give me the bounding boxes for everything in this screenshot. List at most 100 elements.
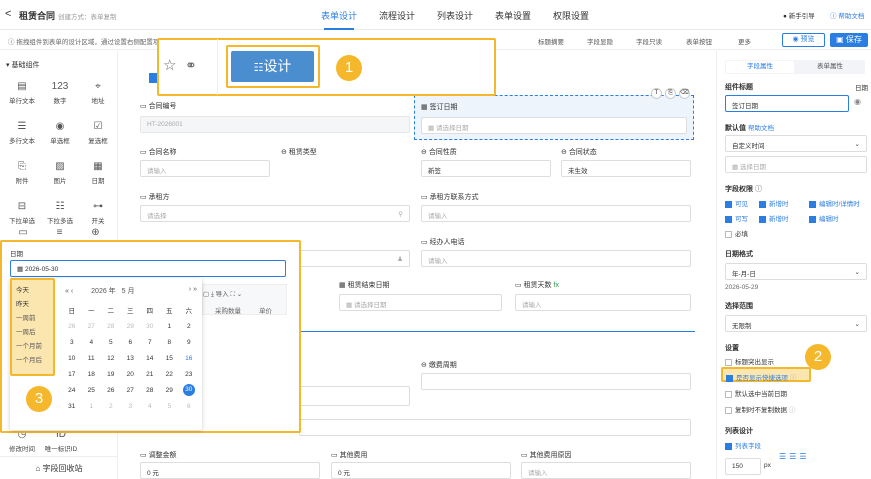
setting-highlight-title[interactable]: 标题突出显示 <box>725 356 774 366</box>
input-contract-name[interactable]: 请输入 <box>140 160 270 177</box>
align-icons[interactable]: ☰☰☰ <box>779 452 810 461</box>
default-date-input[interactable]: ▦ 选择日期 <box>725 156 867 173</box>
comp-title-input[interactable]: 签订日期 <box>725 95 849 112</box>
delete-icon[interactable]: ⌫ <box>679 88 690 99</box>
tab-field-props[interactable]: 字段属性 <box>726 61 794 73</box>
toolbar-field-visibility[interactable]: 字段显隐 <box>587 36 613 46</box>
setting-default-today[interactable]: 默认选中当前日期 <box>725 388 787 398</box>
copy-icon[interactable]: ⎘ <box>665 88 676 99</box>
input-lessee[interactable]: 请选择 ⚲ <box>140 205 410 222</box>
day-cell[interactable]: 6 <box>179 398 199 414</box>
day-cell[interactable]: 21 <box>140 366 160 382</box>
input-lease-end[interactable]: ▦ 请选择日期 <box>339 294 502 311</box>
comp-single-text[interactable]: ▤ 单行文本 <box>4 81 40 105</box>
perm-writable[interactable]: 可写 <box>725 213 748 223</box>
day-cell[interactable]: 15 <box>160 350 180 366</box>
range-select[interactable]: 无限制 ⌄ <box>725 315 867 332</box>
tab-flow-design[interactable]: 流程设计 <box>368 9 426 30</box>
comp-checkbox[interactable]: ☑ 复选框 <box>80 121 116 145</box>
list-field-checkbox[interactable]: 列表字段 <box>725 440 761 450</box>
next-month-icon[interactable]: › <box>189 286 191 293</box>
day-cell[interactable]: 14 <box>140 350 160 366</box>
comp-select-multi[interactable]: ☷ 下拉多选 <box>42 201 78 225</box>
day-cell[interactable]: 31 <box>62 398 82 414</box>
comp-image[interactable]: ▨ 图片 <box>42 161 78 185</box>
day-cell[interactable]: 17 <box>62 366 82 382</box>
day-cell[interactable]: 28 <box>140 382 160 398</box>
setting-show-shortcut[interactable]: 是否显示快捷选项 ⓘ <box>726 372 796 382</box>
day-cell[interactable]: 25 <box>82 382 102 398</box>
day-cell[interactable]: 9 <box>179 334 199 350</box>
shortcut-today[interactable]: 今天 <box>16 284 29 294</box>
day-cell[interactable]: 16 <box>179 350 199 366</box>
day-cell[interactable]: 26 <box>101 382 121 398</box>
day-cell[interactable]: 4 <box>140 398 160 414</box>
input-adjust-amount[interactable]: 0 元 <box>140 462 320 479</box>
perm-writable-add[interactable]: 新增时 <box>759 213 789 223</box>
selected-field-sign-date[interactable]: ▦ 签订日期 ▦ 请选择日期 T ⎘ ⌫ <box>414 88 694 140</box>
import-button[interactable]: ▢ ⤓ 导入 ⛶ ⌄ <box>203 288 242 299</box>
perm-writable-edit[interactable]: 编辑时 <box>809 213 839 223</box>
perm-required[interactable]: 必填 <box>725 228 748 238</box>
day-cell[interactable]: 5 <box>101 334 121 350</box>
fmt-select[interactable]: 年-月-日 ⌄ <box>725 263 867 280</box>
day-cell[interactable]: 8 <box>160 334 180 350</box>
recycle-bin-button[interactable]: ⌂ 字段回收站 <box>0 456 118 479</box>
textarea-partial[interactable] <box>299 386 410 406</box>
day-cell[interactable]: 5 <box>160 398 180 414</box>
day-cell[interactable]: 29 <box>121 318 141 334</box>
day-cell[interactable]: 11 <box>82 350 102 366</box>
toolbar-field-readonly[interactable]: 字段只读 <box>636 36 662 46</box>
text-icon[interactable]: T <box>651 88 662 99</box>
comp-radio[interactable]: ◉ 单选框 <box>42 121 78 145</box>
day-cell[interactable]: 3 <box>121 398 141 414</box>
input-row-partial[interactable] <box>299 419 691 436</box>
back-icon[interactable]: < <box>5 8 11 20</box>
shortcut-month-later[interactable]: 一个月后 <box>16 354 42 364</box>
day-cell[interactable]: 1 <box>82 398 102 414</box>
comp-switch[interactable]: ⊶ 开关 <box>80 201 116 225</box>
calendar-year[interactable]: 2026 年 <box>91 288 116 295</box>
input-other-reason[interactable]: 请输入 <box>521 462 691 479</box>
day-cell[interactable]: 4 <box>82 334 102 350</box>
input-contract-no[interactable]: HT-2026001 <box>140 116 410 133</box>
select-payment-period[interactable] <box>421 373 691 390</box>
perm-visible[interactable]: 可见 <box>725 198 748 208</box>
day-cell[interactable]: 12 <box>101 350 121 366</box>
day-cell[interactable]: 22 <box>160 366 180 382</box>
day-cell[interactable]: 19 <box>101 366 121 382</box>
shortcut-month-ago[interactable]: 一个月前 <box>16 340 42 350</box>
toolbar-more[interactable]: 更多 <box>738 36 751 46</box>
day-cell[interactable]: 10 <box>62 350 82 366</box>
select-contract-status[interactable]: 未生效 <box>561 160 691 177</box>
perm-visible-edit[interactable]: 编辑时/详情时 <box>809 198 860 208</box>
shortcut-week-later[interactable]: 一周后 <box>16 326 36 336</box>
day-cell[interactable]: 2 <box>101 398 121 414</box>
day-cell[interactable]: 30 <box>140 318 160 334</box>
width-input[interactable]: 150 <box>725 458 761 475</box>
day-cell[interactable]: 24 <box>62 382 82 398</box>
comp-attachment[interactable]: ⎘ 附件 <box>4 161 40 185</box>
day-cell[interactable]: 1 <box>160 318 180 334</box>
calendar-month[interactable]: 5 月 <box>122 288 135 295</box>
input-sign-date[interactable]: ▦ 请选择日期 <box>421 117 687 134</box>
day-cell[interactable]: 29 <box>160 382 180 398</box>
selected-day[interactable]: 30 <box>182 384 195 396</box>
comp-number[interactable]: 123 数字 <box>42 81 78 105</box>
day-cell[interactable]: 13 <box>121 350 141 366</box>
prev-month-icon[interactable]: ‹ <box>71 288 73 295</box>
select-contract-nature[interactable]: 新签 <box>421 160 551 177</box>
eye-icon[interactable]: ◉ <box>854 97 861 106</box>
tab-form-props[interactable]: 表单属性 <box>797 61 863 73</box>
star-icon[interactable]: ☆ <box>163 56 176 74</box>
input-manager-phone[interactable]: 请输入 <box>421 250 691 267</box>
input-manager[interactable]: ♟ <box>299 250 410 267</box>
day-cell[interactable]: 27 <box>121 382 141 398</box>
day-cell[interactable]: 18 <box>82 366 102 382</box>
comp-date[interactable]: ▦ 日期 <box>80 161 116 185</box>
day-cell[interactable]: 3 <box>62 334 82 350</box>
comp-multi-text[interactable]: ☰ 多行文本 <box>4 121 40 145</box>
comp-address[interactable]: ⌖ 地址 <box>80 81 116 105</box>
tab-form-settings[interactable]: 表单设置 <box>484 9 542 30</box>
preview-button[interactable]: ◉ 预览 <box>782 33 825 47</box>
